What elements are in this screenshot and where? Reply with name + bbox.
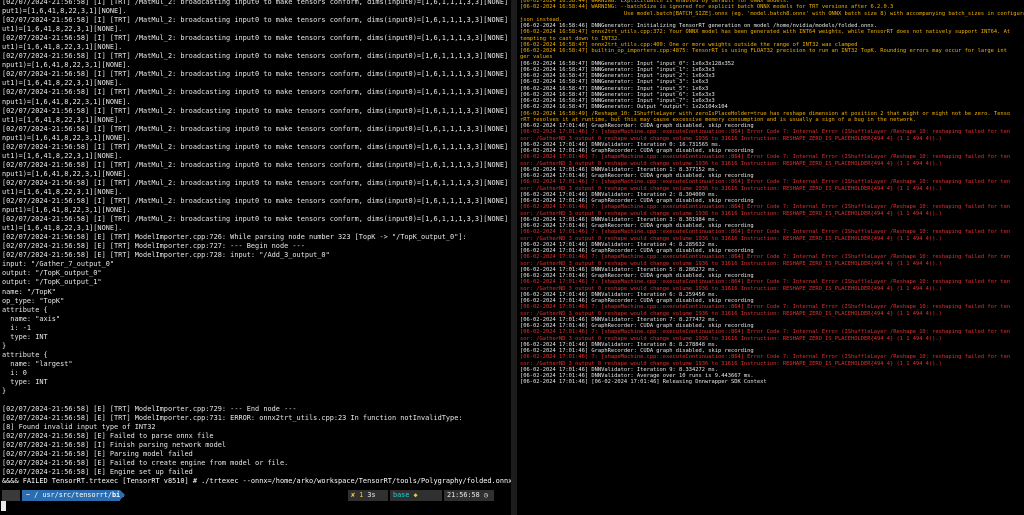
clock-icon: ◷ <box>483 491 488 499</box>
terminal-line: [02/07/2024-21:56:58] [E] Failed to pars… <box>2 432 214 441</box>
left-terminal-pane[interactable]: [02/07/2024-21:56:58] [I] [TRT] /MatMul_… <box>0 0 511 515</box>
terminal-line: [06-02-2024 17:01:46] 7: [shapeMachine.c… <box>520 304 1011 311</box>
path-segment: ~ / usr/src/tensorrt/bin <box>22 490 124 501</box>
terminal-line: [02/07/2024-21:56:58] [I] [TRT] /MatMul_… <box>2 160 511 169</box>
env-segment: base ◆ <box>390 490 442 501</box>
terminal-line: [06-02-2024 16:58:49] /Reshape_10: IShuf… <box>520 110 1011 117</box>
terminal-line: put1)=[1,6,41,8,22,3,1][NONE]. <box>2 7 127 16</box>
terminal-line: attribute { <box>2 350 48 359</box>
terminal-line: [02/07/2024-21:56:58] [E] [TRT] ModelImp… <box>2 233 467 242</box>
terminal-line: [02/07/2024-21:56:58] [I] [TRT] /MatMul_… <box>2 197 511 206</box>
terminal-line: } <box>2 387 7 396</box>
terminal-line: [06-02-2024 17:01:46] [06-02-2024 17:01:… <box>520 379 767 386</box>
terminal-line: output: "/TopK_output_0" <box>2 269 102 278</box>
right-terminal-pane[interactable]: [06-02-2024 16:58:44] WARNING: ExplicitB… <box>517 0 1024 515</box>
command-duration: 3s <box>367 491 376 499</box>
terminal-line: [06-02-2024 17:01:46] 7: [shapeMachine.c… <box>520 179 1011 186</box>
terminal-line: nput1)=[1,6,41,8,22,3,1][NONE]. <box>2 61 131 70</box>
terminal-line: [02/07/2024-21:56:58] [I] [TRT] /MatMul_… <box>2 88 511 97</box>
terminal-line: [06-02-2024 16:58:47] onnx2trt_utils.cpp… <box>520 29 1011 36</box>
terminal-line: [06-02-2024 16:58:47] builtin_op_importe… <box>520 48 1007 54</box>
terminal-line: [02/07/2024-21:56:58] [E] [TRT] ModelImp… <box>2 405 297 414</box>
time-segment: 21:56:58 ◷ <box>444 490 494 501</box>
terminal-line: } <box>2 341 7 350</box>
terminal-line: Use model.batch[BATCH_SIZE].onnx (eg. 'm… <box>520 10 1024 17</box>
terminal-line: output: "/TopK_output_1" <box>2 278 102 287</box>
terminal-line: input: "/Gather_7_output_0" <box>2 260 115 269</box>
terminal-line: [06-02-2024 17:01:46] 7: [shapeMachine.c… <box>520 204 1011 211</box>
terminal-line: [02/07/2024-21:56:58] [I] Finish parsing… <box>2 441 227 450</box>
terminal-line: i: 0 <box>2 368 27 377</box>
prompt-time: 21:56:58 <box>447 491 480 499</box>
terminal-line: [06-02-2024 17:01:46] 7: [shapeMachine.c… <box>520 279 1011 286</box>
terminal-line: type: INT <box>2 377 48 386</box>
terminal-line: name: "largest" <box>2 359 73 368</box>
terminal-line: [8] Found invalid input type of INT32 <box>2 423 156 432</box>
terminal-line: [02/07/2024-21:56:58] [I] [TRT] /MatMul_… <box>2 16 511 25</box>
terminal-line: [06-02-2024 17:01:46] 7: [shapeMachine.c… <box>520 129 1011 136</box>
terminal-line: [02/07/2024-21:56:58] [I] [TRT] /MatMul_… <box>2 52 511 61</box>
terminal-line: nput1)=[1,6,41,8,22,3,1][NONE]. <box>2 169 131 178</box>
terminal-line: [02/07/2024-21:56:58] [E] [TRT] ModelImp… <box>2 242 305 251</box>
terminal-line: [06-02-2024 17:01:46] 7: [shapeMachine.c… <box>520 254 1011 261</box>
text-cursor <box>1 501 6 511</box>
terminal-line: [02/07/2024-21:56:58] [E] Failed to crea… <box>2 459 289 468</box>
python-icon: ◆ <box>413 491 418 499</box>
exit-status: ✘ 1 <box>351 491 364 499</box>
terminal-line: nput1)=[1,6,41,8,22,3,1][NONE]. <box>2 206 131 215</box>
terminal-line: ut1)=[1,6,41,8,22,3,1][NONE]. <box>2 115 123 124</box>
terminal-line: [06-02-2024 17:01:46] 7: [shapeMachine.c… <box>520 329 1011 336</box>
terminal-line: [02/07/2024-21:56:58] [I] [TRT] /MatMul_… <box>2 215 511 224</box>
conda-env-name: base <box>393 491 410 499</box>
terminal-line: [02/07/2024-21:56:58] [E] [TRT] ModelImp… <box>2 251 330 260</box>
left-terminal-output: [02/07/2024-21:56:58] [I] [TRT] /MatMul_… <box>2 0 511 487</box>
os-segment <box>2 490 20 501</box>
terminal-line: [02/07/2024-21:56:58] [E] Parsing model … <box>2 450 193 459</box>
terminal-line: ut1)=[1,6,41,8,22,3,1][NONE]. <box>2 187 123 196</box>
terminal-line: nput1)=[1,6,41,8,22,3,1][NONE]. <box>2 97 131 106</box>
terminal-line: [06-02-2024 17:01:46] 7: [shapeMachine.c… <box>520 229 1011 236</box>
terminal-line: ut1)=[1,6,41,8,22,3,1][NONE]. <box>2 224 123 233</box>
terminal-line: ut1)=[1,6,41,8,22,3,1][NONE]. <box>2 43 123 52</box>
terminal-line: [02/07/2024-21:56:58] [I] [TRT] /MatMul_… <box>2 34 511 43</box>
terminal-line: [06-02-2024 17:01:46] 7: [shapeMachine.c… <box>520 354 1011 361</box>
terminal-line: [02/07/2024-21:56:58] [E] [TRT] ModelImp… <box>2 414 463 423</box>
terminal-line: ut1)=[1,6,41,8,22,3,1][NONE]. <box>2 25 123 34</box>
terminal-line: [02/07/2024-21:56:58] [I] [TRT] /MatMul_… <box>2 70 511 79</box>
terminal-line: &&&& FAILED TensorRT.trtexec [TensorRT v… <box>2 477 511 486</box>
path-prefix: ~ / usr/src/tensorrt/ <box>26 491 112 499</box>
terminal-line: [02/07/2024-21:56:58] [I] [TRT] /MatMul_… <box>2 142 511 151</box>
terminal-line: ut1)=[1,6,41,8,22,3,1][NONE]. <box>2 151 123 160</box>
terminal-line: [02/07/2024-21:56:58] [E] Engine set up … <box>2 468 193 477</box>
terminal-line: [02/07/2024-21:56:58] [I] [TRT] /MatMul_… <box>2 124 511 133</box>
terminal-line: name: "/TopK" <box>2 287 56 296</box>
terminal-line: type: INT <box>2 332 48 341</box>
path-segment-arrow-icon <box>120 490 125 500</box>
shell-prompt: ~ / usr/src/tensorrt/bin ✘ 1 3s base ◆ 2… <box>0 490 511 501</box>
terminal-line: nput1)=[1,6,41,8,22,3,1][NONE]. <box>2 133 131 142</box>
terminal-line: ut1)=[1,6,41,8,22,3,1][NONE]. <box>2 79 123 88</box>
exit-status-segment: ✘ 1 3s <box>348 490 388 501</box>
terminal-line: i: -1 <box>2 323 32 332</box>
terminal-line: op_type: "TopK" <box>2 296 65 305</box>
right-terminal-output: [06-02-2024 16:58:44] WARNING: ExplicitB… <box>520 0 1024 386</box>
terminal-line: [02/07/2024-21:56:58] [I] [TRT] /MatMul_… <box>2 178 511 187</box>
terminal-line: name: "axis" <box>2 314 61 323</box>
terminal-line: [02/07/2024-21:56:58] [I] [TRT] /MatMul_… <box>2 106 511 115</box>
terminal-line: attribute { <box>2 305 48 314</box>
terminal-line: [06-02-2024 17:01:46] 7: [shapeMachine.c… <box>520 154 1011 161</box>
terminal-line: [02/07/2024-21:56:58] [I] [TRT] /MatMul_… <box>2 0 511 6</box>
